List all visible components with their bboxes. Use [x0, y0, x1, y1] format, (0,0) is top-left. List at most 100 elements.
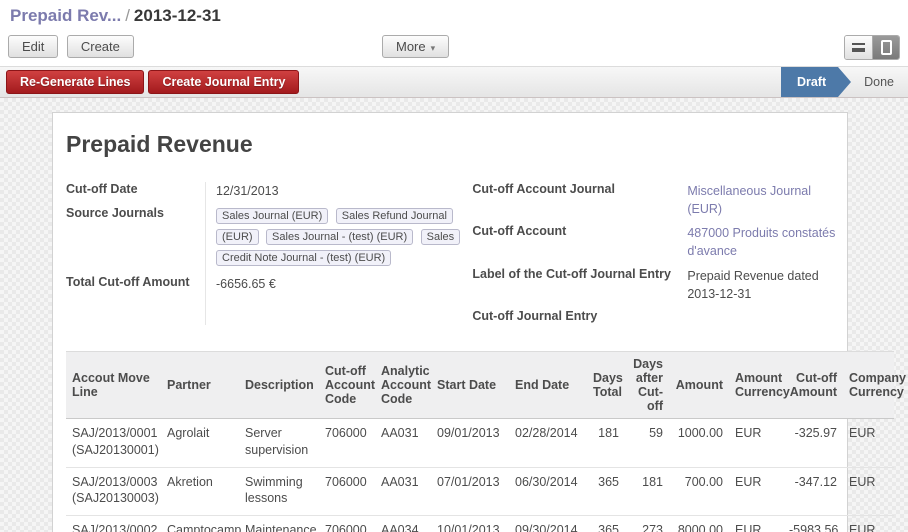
- main-content: Prepaid Revenue Cut-off Date12/31/2013So…: [0, 98, 908, 532]
- column-header[interactable]: Analytic Account Code: [375, 351, 431, 418]
- table-cell[interactable]: 06/30/2014: [509, 467, 587, 516]
- field-label: Cut-off Account Journal: [472, 180, 677, 218]
- table-row[interactable]: SAJ/2013/0001 (SAJ20130001)AgrolaitServe…: [66, 418, 894, 467]
- table-cell[interactable]: 59: [625, 418, 669, 467]
- table-cell[interactable]: 181: [625, 467, 669, 516]
- field-row: Total Cut-off Amount-6656.65 €: [66, 273, 454, 293]
- table-cell[interactable]: 02/28/2014: [509, 418, 587, 467]
- table-cell[interactable]: EUR: [843, 467, 894, 516]
- table-cell[interactable]: 181: [587, 418, 625, 467]
- table-cell[interactable]: -325.97: [783, 418, 843, 467]
- form-icon: [881, 40, 892, 55]
- column-header[interactable]: Cut-off Amount: [783, 351, 843, 418]
- field-value-link[interactable]: 487000 Produits constatés d'avance: [677, 222, 847, 260]
- more-button[interactable]: More ▾: [382, 35, 449, 58]
- field-value: 12/31/2013: [206, 180, 454, 200]
- edit-button[interactable]: Edit: [8, 35, 58, 58]
- table-cell[interactable]: 09/30/2014: [509, 516, 587, 532]
- field-value: [677, 307, 847, 323]
- breadcrumb-parent-link[interactable]: Prepaid Rev...: [10, 6, 121, 25]
- breadcrumb: Prepaid Rev.../2013-12-31: [0, 0, 908, 30]
- table-cell[interactable]: EUR: [843, 418, 894, 467]
- table-cell[interactable]: SAJ/2013/0003 (SAJ20130003): [66, 467, 161, 516]
- page-title: Prepaid Revenue: [66, 131, 847, 158]
- table-cell[interactable]: Server supervision: [239, 418, 319, 467]
- table-cell[interactable]: Swimming lessons: [239, 467, 319, 516]
- table-cell[interactable]: 10/01/2013: [431, 516, 509, 532]
- cutoff-lines-table: Accout Move LinePartnerDescriptionCut-of…: [66, 351, 894, 532]
- table-cell[interactable]: 1000.00: [669, 418, 729, 467]
- field-label: Label of the Cut-off Journal Entry: [472, 265, 677, 303]
- table-cell[interactable]: EUR: [729, 467, 783, 516]
- list-icon: [852, 43, 865, 52]
- column-header[interactable]: Amount Currency: [729, 351, 783, 418]
- table-cell[interactable]: SAJ/2013/0001 (SAJ20130001): [66, 418, 161, 467]
- column-header[interactable]: Amount: [669, 351, 729, 418]
- table-cell[interactable]: 273: [625, 516, 669, 532]
- table-cell[interactable]: 706000: [319, 516, 375, 532]
- field-row: Label of the Cut-off Journal EntryPrepai…: [472, 265, 847, 303]
- table-row[interactable]: SAJ/2013/0002 (SAJ20130002)CamptocampMai…: [66, 516, 894, 532]
- field-value: Prepaid Revenue dated 2013-12-31: [677, 265, 847, 303]
- field-value-link[interactable]: Miscellaneous Journal (EUR): [677, 180, 847, 218]
- table-cell[interactable]: 706000: [319, 467, 375, 516]
- create-journal-entry-button[interactable]: Create Journal Entry: [148, 70, 299, 94]
- field-label: Cut-off Account: [472, 222, 677, 260]
- table-cell[interactable]: 09/01/2013: [431, 418, 509, 467]
- field-label: Source Journals: [66, 204, 206, 269]
- field-row: Cut-off Account487000 Produits constatés…: [472, 222, 847, 260]
- table-cell[interactable]: AA034: [375, 516, 431, 532]
- column-header[interactable]: Start Date: [431, 351, 509, 418]
- view-switcher: [844, 35, 900, 60]
- table-cell[interactable]: -347.12: [783, 467, 843, 516]
- chevron-down-icon: ▾: [431, 43, 436, 53]
- field-group-right: Cut-off Account JournalMiscellaneous Jou…: [472, 180, 847, 327]
- create-button[interactable]: Create: [67, 35, 134, 58]
- column-header[interactable]: Days after Cut-off: [625, 351, 669, 418]
- field-label: Total Cut-off Amount: [66, 273, 206, 293]
- breadcrumb-current: 2013-12-31: [134, 6, 221, 25]
- column-header[interactable]: Company Currency: [843, 351, 894, 418]
- table-cell[interactable]: Camptocamp: [161, 516, 239, 532]
- field-row: Cut-off Account JournalMiscellaneous Jou…: [472, 180, 847, 218]
- column-header[interactable]: Partner: [161, 351, 239, 418]
- table-cell[interactable]: 706000: [319, 418, 375, 467]
- field-label: Cut-off Journal Entry: [472, 307, 677, 323]
- table-cell[interactable]: Agrolait: [161, 418, 239, 467]
- column-header[interactable]: Days Total: [587, 351, 625, 418]
- statusbar: Draft Done: [781, 67, 908, 97]
- table-row[interactable]: SAJ/2013/0003 (SAJ20130003)AkretionSwimm…: [66, 467, 894, 516]
- field-row: Cut-off Journal Entry: [472, 307, 847, 323]
- field-label: Cut-off Date: [66, 180, 206, 200]
- list-view-button[interactable]: [845, 36, 872, 59]
- field-groups: Cut-off Date12/31/2013Source Journals Sal…: [66, 180, 847, 327]
- column-header[interactable]: End Date: [509, 351, 587, 418]
- table-cell[interactable]: 8000.00: [669, 516, 729, 532]
- more-button-label: More: [396, 39, 426, 54]
- status-step-draft[interactable]: Draft: [781, 67, 838, 97]
- table-cell[interactable]: 365: [587, 467, 625, 516]
- table-cell[interactable]: -5983.56: [783, 516, 843, 532]
- table-cell[interactable]: AA031: [375, 467, 431, 516]
- table-cell[interactable]: EUR: [843, 516, 894, 532]
- table-cell[interactable]: 365: [587, 516, 625, 532]
- table-cell[interactable]: 700.00: [669, 467, 729, 516]
- journal-tag: Sales Journal (EUR): [216, 208, 328, 224]
- table-cell[interactable]: SAJ/2013/0002 (SAJ20130002): [66, 516, 161, 532]
- table-cell[interactable]: EUR: [729, 516, 783, 532]
- breadcrumb-separator: /: [121, 6, 134, 25]
- table-cell[interactable]: Maintenance contract: [239, 516, 319, 532]
- table-cell[interactable]: EUR: [729, 418, 783, 467]
- column-header[interactable]: Cut-off Account Code: [319, 351, 375, 418]
- action-bar: Re-Generate Lines Create Journal Entry D…: [0, 66, 908, 98]
- table-cell[interactable]: AA031: [375, 418, 431, 467]
- regenerate-lines-button[interactable]: Re-Generate Lines: [6, 70, 144, 94]
- field-group-left: Cut-off Date12/31/2013Source Journals Sal…: [66, 180, 454, 327]
- table-header-row: Accout Move LinePartnerDescriptionCut-of…: [66, 351, 894, 418]
- table-cell[interactable]: 07/01/2013: [431, 467, 509, 516]
- column-header[interactable]: Description: [239, 351, 319, 418]
- column-header[interactable]: Accout Move Line: [66, 351, 161, 418]
- table-cell[interactable]: Akretion: [161, 467, 239, 516]
- form-view-button[interactable]: [872, 36, 899, 59]
- field-row: Source JournalsSales Journal (EUR) Sales…: [66, 204, 454, 269]
